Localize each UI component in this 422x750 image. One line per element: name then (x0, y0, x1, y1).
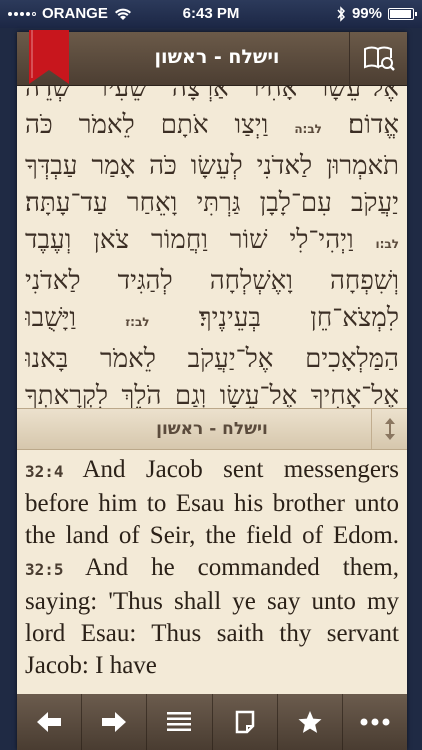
battery-fill (390, 9, 411, 18)
verse-number[interactable]: 32:4 (25, 462, 64, 481)
status-bar: ORANGE 6:43 PM 99% (0, 0, 422, 28)
back-arrow-icon (37, 712, 62, 732)
list-icon (167, 712, 192, 731)
hebrew-line: אֱדוֹם׃ לב:ה וַיְצַו אֹתָם לֵאמֹר כֹּה (25, 110, 399, 140)
verse-text: And Jacob sent messengers before him to … (25, 456, 399, 549)
more-icon (360, 718, 390, 726)
hebrew-line: לִמְצֹא־חֵן בְּעֵינֶיךָ׃ לב:ז וַיָּשֻׁבו… (25, 303, 399, 333)
status-right: 99% (336, 5, 417, 22)
battery-icon (388, 7, 417, 20)
notes-button[interactable] (213, 694, 278, 750)
verse-number[interactable]: לב:ה (294, 122, 322, 136)
verse-number[interactable]: לב:ז (125, 315, 149, 329)
vertical-resize-icon (384, 418, 395, 440)
top-bar: וישלח - ראשון (17, 30, 407, 86)
parasha-title: וישלח - ראשון (154, 46, 280, 68)
bookmark-icon[interactable] (29, 30, 69, 84)
star-icon (298, 711, 322, 733)
page-icon (235, 710, 254, 734)
translation-header-bar[interactable]: וישלח - ראשון (17, 408, 407, 450)
verse-text: And he commanded them, saying: 'Thus sha… (25, 554, 399, 679)
library-button[interactable] (349, 32, 407, 86)
verse-number[interactable]: 32:5 (25, 560, 64, 579)
previous-button[interactable] (17, 694, 83, 750)
resize-handle[interactable] (371, 409, 407, 449)
contents-button[interactable] (147, 694, 213, 750)
verse-number[interactable]: לב:ו (376, 237, 400, 251)
bottom-toolbar (17, 694, 407, 750)
favorites-button[interactable] (278, 694, 343, 750)
translation-title: וישלח - ראשון (156, 419, 268, 439)
hebrew-line: לב:ו וַיְהִי־לִי שׁוֹר וַחֲמוֹר צֹאן וְע… (25, 225, 400, 255)
hebrew-line: הַמַּלְאָכִים אֶל־יַעֲקֹב לֵאמֹר בָּאנוּ (25, 344, 399, 374)
forward-arrow-icon (102, 712, 127, 732)
next-button[interactable] (82, 694, 148, 750)
more-button[interactable] (343, 694, 407, 750)
battery-percent: 99% (351, 5, 382, 22)
hebrew-text-pane[interactable]: אֶל־עֵשָׂו אָחִיו אַרְצָה שֵׂעִיר שְׂדֵה… (25, 70, 399, 410)
hebrew-line: יַעֲקֹב עִם־לָבָן גַּרְתִּי וָאֵחַר עַד־… (25, 188, 399, 218)
hebrew-line: וְשִׁפְחָה וָאֶשְׁלְחָה לְהַגִּיד לַאדֹנ… (25, 266, 399, 296)
english-text-pane[interactable]: 32:4 And Jacob sent messengers before hi… (25, 454, 399, 694)
hebrew-line: תֹאמְרוּן לַאדֹנִי לְעֵשָׂו כֹּה אָמַר ע… (25, 151, 399, 181)
reader-page: אֶל־עֵשָׂו אָחִיו אַרְצָה שֵׂעִיר שְׂדֵה… (17, 30, 407, 750)
bluetooth-icon (337, 5, 345, 22)
hebrew-line: אֶל־אָחִיךָ אֶל־עֵשָׂו וְגַם הֹלֵךְ לִקְ… (25, 381, 399, 410)
book-search-icon (363, 46, 395, 71)
